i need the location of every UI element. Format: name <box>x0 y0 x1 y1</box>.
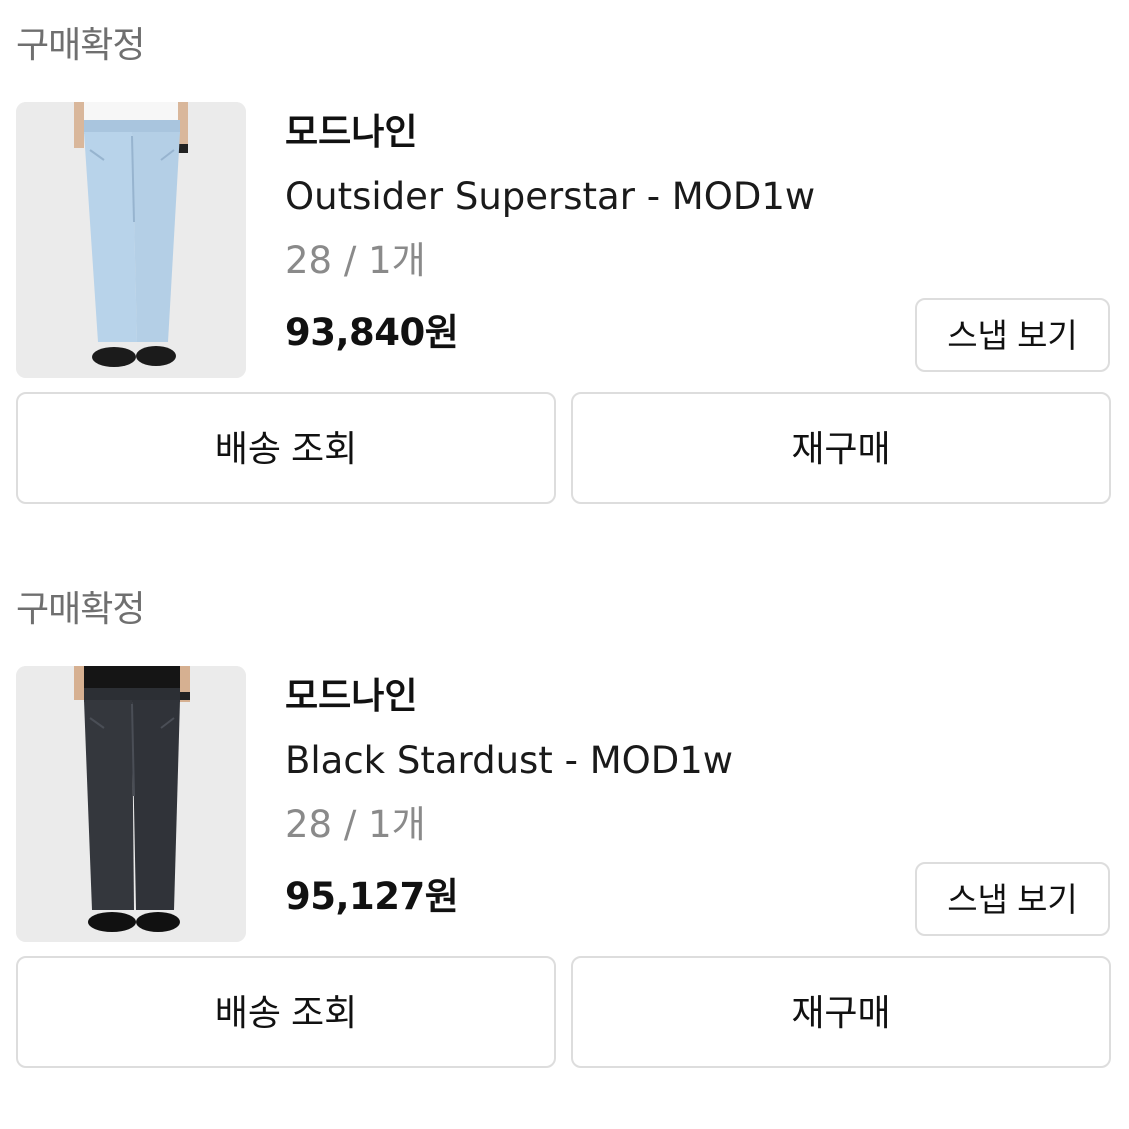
order-status: 구매확정 <box>16 25 145 66</box>
rebuy-button[interactable]: 재구매 <box>571 956 1111 1068</box>
snap-view-button[interactable]: 스냅 보기 <box>915 862 1110 936</box>
order-status: 구매확정 <box>16 589 145 630</box>
order-card: 구매확정 모드나인 Black Stardust - MOD1w 28 / 1개… <box>0 564 1129 1068</box>
product-name[interactable]: Black Stardust - MOD1w <box>285 736 733 786</box>
product-price: 93,840원 <box>285 311 459 354</box>
track-delivery-button[interactable]: 배송 조회 <box>16 956 556 1068</box>
order-card: 구매확정 모드나인 Outsider Superstar - MOD1w 28 … <box>0 0 1129 504</box>
snap-view-button[interactable]: 스냅 보기 <box>915 298 1110 372</box>
rebuy-button[interactable]: 재구매 <box>571 392 1111 504</box>
track-delivery-button[interactable]: 배송 조회 <box>16 392 556 504</box>
brand-name[interactable]: 모드나인 <box>285 672 417 722</box>
product-option: 28 / 1개 <box>285 803 426 846</box>
light-blue-jeans-illustration <box>16 102 246 378</box>
black-jeans-illustration <box>16 666 246 942</box>
brand-name[interactable]: 모드나인 <box>285 108 417 158</box>
product-image[interactable] <box>16 102 246 378</box>
product-image[interactable] <box>16 666 246 942</box>
product-option: 28 / 1개 <box>285 239 426 282</box>
product-name[interactable]: Outsider Superstar - MOD1w <box>285 172 815 222</box>
product-price: 95,127원 <box>285 875 459 918</box>
